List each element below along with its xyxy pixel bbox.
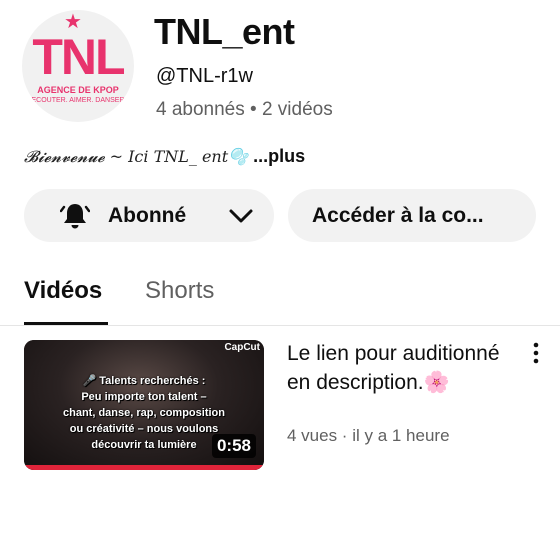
description-more-link[interactable]: ...plus (248, 146, 305, 166)
tabs-divider (0, 325, 560, 326)
thumbnail-badge: CapCut (224, 342, 260, 353)
logo-text: TNL (32, 29, 125, 85)
tab-shorts[interactable]: Shorts (145, 276, 214, 306)
access-label: Accéder à la co... (312, 204, 484, 227)
notification-bell-icon (60, 204, 90, 229)
video-meta: 4 vues · il y a 1 heure (287, 426, 450, 445)
thumbnail-text-line: chant, danse, rap, composition (63, 407, 225, 419)
channel-stats: 4 abonnés • 2 vidéos (156, 99, 333, 120)
video-title[interactable]: Le lien pour auditionné en description.🌸 (287, 340, 507, 397)
flower-emoji: 🌸 (423, 370, 450, 394)
logo-tagline: ÉCOUTER. AIMER. DANSER (31, 97, 125, 104)
access-community-button[interactable]: Accéder à la co... (288, 189, 536, 242)
subscribed-button[interactable]: Abonné (24, 189, 274, 242)
chevron-down-icon (229, 209, 253, 223)
video-thumbnail[interactable]: CapCut 🎤 Talents recherchés : Peu import… (24, 340, 264, 470)
subscribed-label: Abonné (108, 204, 187, 227)
channel-avatar[interactable]: ★ TNL AGENCE DE KPOP ÉCOUTER. AIMER. DAN… (22, 10, 134, 122)
more-vert-icon[interactable] (528, 342, 544, 364)
thumbnail-text-line: 🎤 Talents recherchés : (82, 375, 206, 387)
video-duration: 0:58 (211, 434, 256, 458)
logo-subtitle: AGENCE DE KPOP (37, 85, 119, 95)
thumbnail-text-line: Peu importe ton talent – (81, 391, 207, 403)
channel-name: TNL_ent (154, 11, 295, 52)
channel-handle: @TNL-r1w (156, 65, 253, 87)
description-text: 𝓑𝓲𝓮𝓷𝓿𝓮𝓷𝓾𝓮 ~ 𝐼𝑐𝑖 𝑇𝑁𝐿_ 𝑒𝑛𝑡🫧 (24, 147, 249, 166)
channel-description[interactable]: 𝓑𝓲𝓮𝓷𝓿𝓮𝓷𝓾𝓮 ~ 𝐼𝑐𝑖 𝑇𝑁𝐿_ 𝑒𝑛𝑡🫧 ...plus (24, 144, 305, 169)
thumbnail-accent-bar (24, 465, 264, 470)
tab-videos[interactable]: Vidéos (24, 276, 102, 306)
video-title-text: Le lien pour auditionné en description. (287, 342, 500, 394)
